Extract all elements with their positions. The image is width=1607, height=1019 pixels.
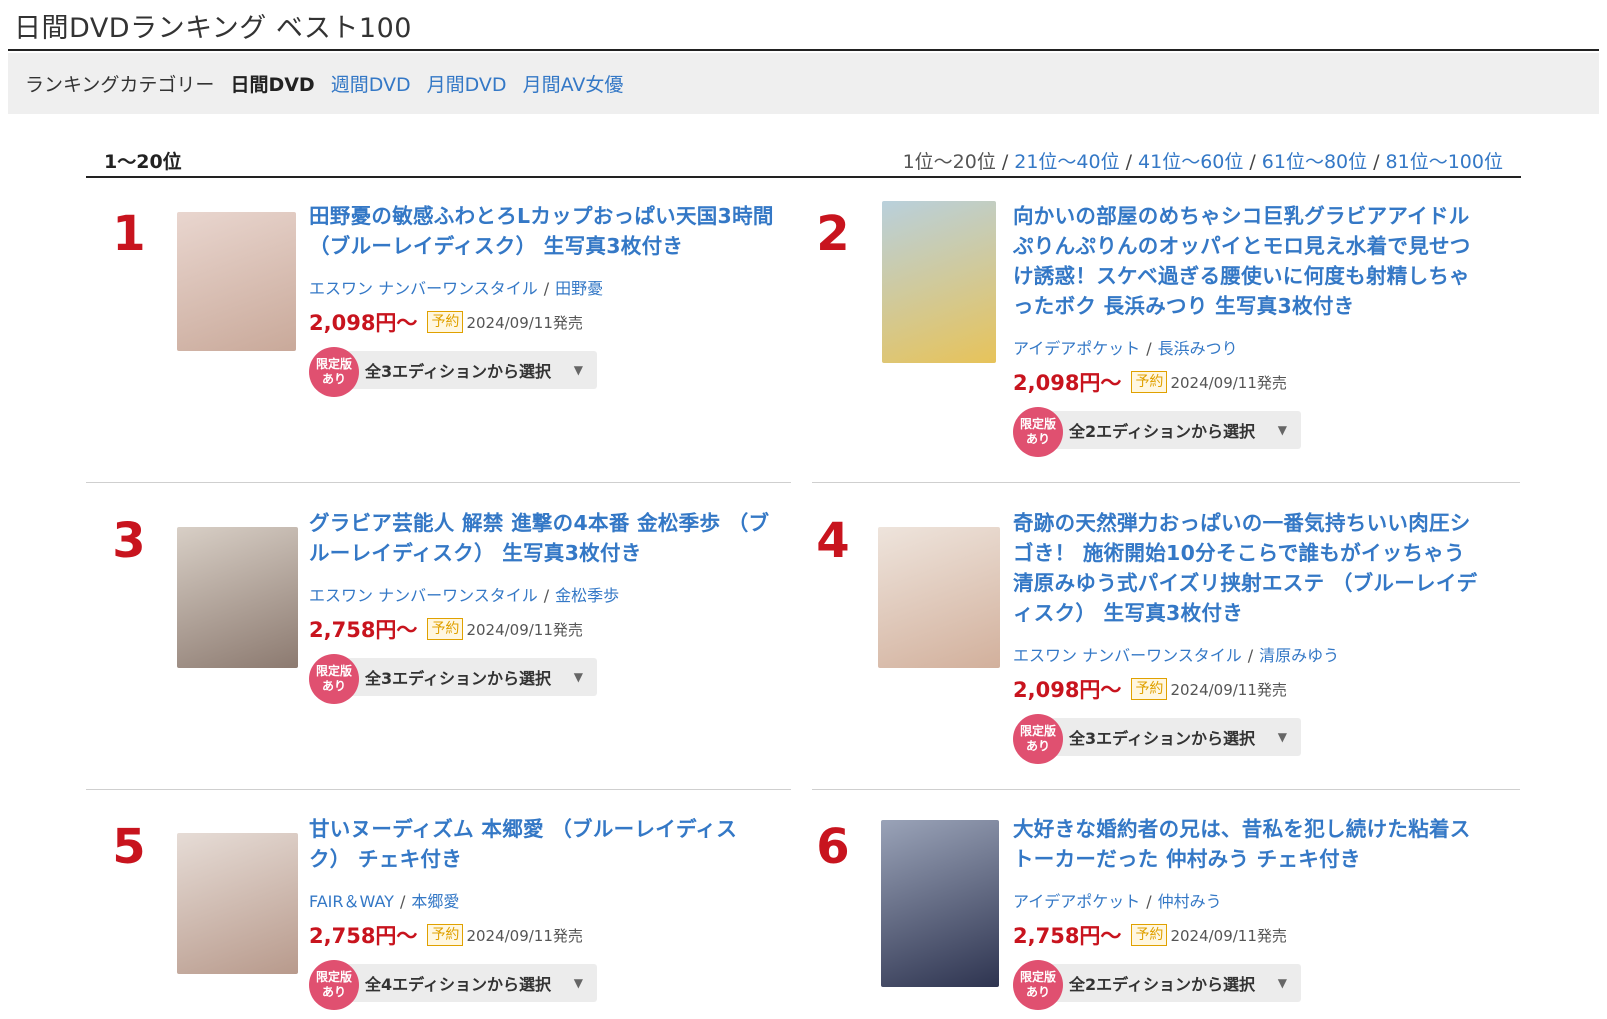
limited-edition-badge: 限定版 あり (309, 347, 359, 397)
actress-link[interactable]: 仲村みう (1158, 892, 1222, 911)
limited-edition-badge: 限定版 あり (1013, 714, 1063, 764)
preorder-badge: 予約 (427, 618, 464, 640)
edition-select[interactable]: 全2エディションから選択 ▼ (1033, 964, 1301, 1002)
price: 2,098円〜 (309, 311, 418, 335)
product-title-link[interactable]: 向かいの部屋のめちゃシコ巨乳グラビアアイドルぷりんぷりんのオッパイとモロ見え水着… (1013, 201, 1478, 321)
price: 2,758円〜 (309, 924, 418, 948)
maker-link[interactable]: アイデアポケット (1013, 339, 1140, 358)
chevron-down-icon: ▼ (573, 363, 583, 377)
actress-link[interactable]: 長浜みつり (1158, 339, 1238, 358)
product-thumbnail[interactable] (177, 833, 298, 974)
page-title: 日間DVDランキング ベスト100 (14, 13, 412, 44)
price: 2,758円〜 (1013, 924, 1122, 948)
rank-number: 3 (112, 513, 146, 569)
preorder-badge: 予約 (1131, 678, 1168, 700)
product-title-link[interactable]: 甘いヌーディズム 本郷愛 （ブルーレイディスク） チェキ付き (309, 814, 774, 874)
maker-link[interactable]: エスワン ナンバーワンスタイル (309, 279, 538, 298)
price: 2,098円〜 (1013, 371, 1122, 395)
limited-edition-badge: 限定版 あり (309, 960, 359, 1010)
chevron-down-icon: ▼ (1277, 423, 1287, 437)
edition-select[interactable]: 全3エディションから選択 ▼ (329, 658, 597, 696)
chevron-down-icon: ▼ (573, 976, 583, 990)
category-label: ランキングカテゴリー (25, 74, 215, 96)
product-title-link[interactable]: 奇跡の天然弾力おっぱいの一番気持ちいい肉圧シゴき！ 施術開始10分そこらで誰もが… (1013, 508, 1478, 628)
limited-edition-badge: 限定版 あり (1013, 960, 1063, 1010)
rank-number: 5 (112, 819, 146, 875)
price: 2,758円〜 (309, 618, 418, 642)
row-divider (86, 482, 791, 483)
edition-select[interactable]: 全2エディションから選択 ▼ (1033, 411, 1301, 449)
product-thumbnail[interactable] (882, 201, 996, 363)
rank-number: 1 (112, 206, 146, 262)
product-title-link[interactable]: 田野憂の敏感ふわとろLカップおっぱい天国3時間（ブルーレイディスク） 生写真3枚… (309, 201, 774, 261)
release-date: 2024/09/11発売 (1170, 926, 1287, 945)
preorder-badge: 予約 (1131, 371, 1168, 393)
product-thumbnail[interactable] (177, 212, 296, 351)
rank-number: 6 (816, 819, 850, 875)
actress-link[interactable]: 田野憂 (555, 279, 603, 298)
actress-link[interactable]: 金松季歩 (555, 586, 619, 605)
maker-link[interactable]: エスワン ナンバーワンスタイル (309, 586, 538, 605)
maker-link[interactable]: アイデアポケット (1013, 892, 1140, 911)
product-title-link[interactable]: 大好きな婚約者の兄は、昔私を犯し続けた粘着ストーカーだった 仲村みう チェキ付き (1013, 814, 1478, 874)
limited-edition-badge: 限定版 あり (1013, 407, 1063, 457)
release-date: 2024/09/11発売 (1170, 680, 1287, 699)
pager-link-61-80[interactable]: 61位〜80位 (1262, 151, 1367, 173)
maker-link[interactable]: FAIR＆WAY (309, 892, 394, 911)
pager-link-81-100[interactable]: 81位〜100位 (1386, 151, 1503, 173)
edition-select[interactable]: 全3エディションから選択 ▼ (1033, 718, 1301, 756)
category-link-weekly-dvd[interactable]: 週間DVD (331, 70, 411, 97)
preorder-badge: 予約 (427, 924, 464, 946)
price: 2,098円〜 (1013, 678, 1122, 702)
chevron-down-icon: ▼ (573, 670, 583, 684)
category-current-daily-dvd: 日間DVD (230, 74, 315, 96)
edition-select[interactable]: 全3エディションから選択 ▼ (329, 351, 597, 389)
maker-link[interactable]: エスワン ナンバーワンスタイル (1013, 646, 1242, 665)
row-divider (812, 789, 1520, 790)
product-title-link[interactable]: グラビア芸能人 解禁 進撃の4本番 金松季歩 （ブルーレイディスク） 生写真3枚… (309, 508, 784, 568)
row-divider (812, 482, 1520, 483)
actress-link[interactable]: 本郷愛 (411, 892, 459, 911)
release-date: 2024/09/11発売 (466, 313, 583, 332)
category-link-monthly-av-actress[interactable]: 月間AV女優 (523, 70, 624, 97)
chevron-down-icon: ▼ (1277, 730, 1287, 744)
limited-edition-badge: 限定版 あり (309, 654, 359, 704)
category-link-monthly-dvd[interactable]: 月間DVD (427, 70, 507, 97)
pager-link-41-60[interactable]: 41位〜60位 (1138, 151, 1243, 173)
range-pager: 1位〜20位/21位〜40位/41位〜60位/61位〜80位/81位〜100位 (902, 151, 1503, 173)
edition-select[interactable]: 全4エディションから選択 ▼ (329, 964, 597, 1002)
release-date: 2024/09/11発売 (466, 620, 583, 639)
row-divider (86, 789, 791, 790)
preorder-badge: 予約 (427, 311, 464, 333)
actress-link[interactable]: 清原みゆう (1259, 646, 1339, 665)
pager-link-21-40[interactable]: 21位〜40位 (1014, 151, 1119, 173)
product-thumbnail[interactable] (881, 820, 999, 987)
title-divider (8, 49, 1599, 51)
range-current-label: 1〜20位 (104, 151, 182, 173)
chevron-down-icon: ▼ (1277, 976, 1287, 990)
category-bar: ランキングカテゴリー 日間DVD 週間DVD 月間DVD 月間AV女優 (8, 53, 1599, 114)
range-header: 1〜20位 1位〜20位/21位〜40位/41位〜60位/61位〜80位/81位… (86, 144, 1521, 178)
release-date: 2024/09/11発売 (1170, 373, 1287, 392)
product-thumbnail[interactable] (177, 527, 298, 668)
product-thumbnail[interactable] (878, 527, 1000, 668)
rank-number: 4 (816, 513, 850, 569)
rank-number: 2 (816, 206, 850, 262)
release-date: 2024/09/11発売 (466, 926, 583, 945)
preorder-badge: 予約 (1131, 924, 1168, 946)
pager-current: 1位〜20位 (902, 151, 996, 173)
